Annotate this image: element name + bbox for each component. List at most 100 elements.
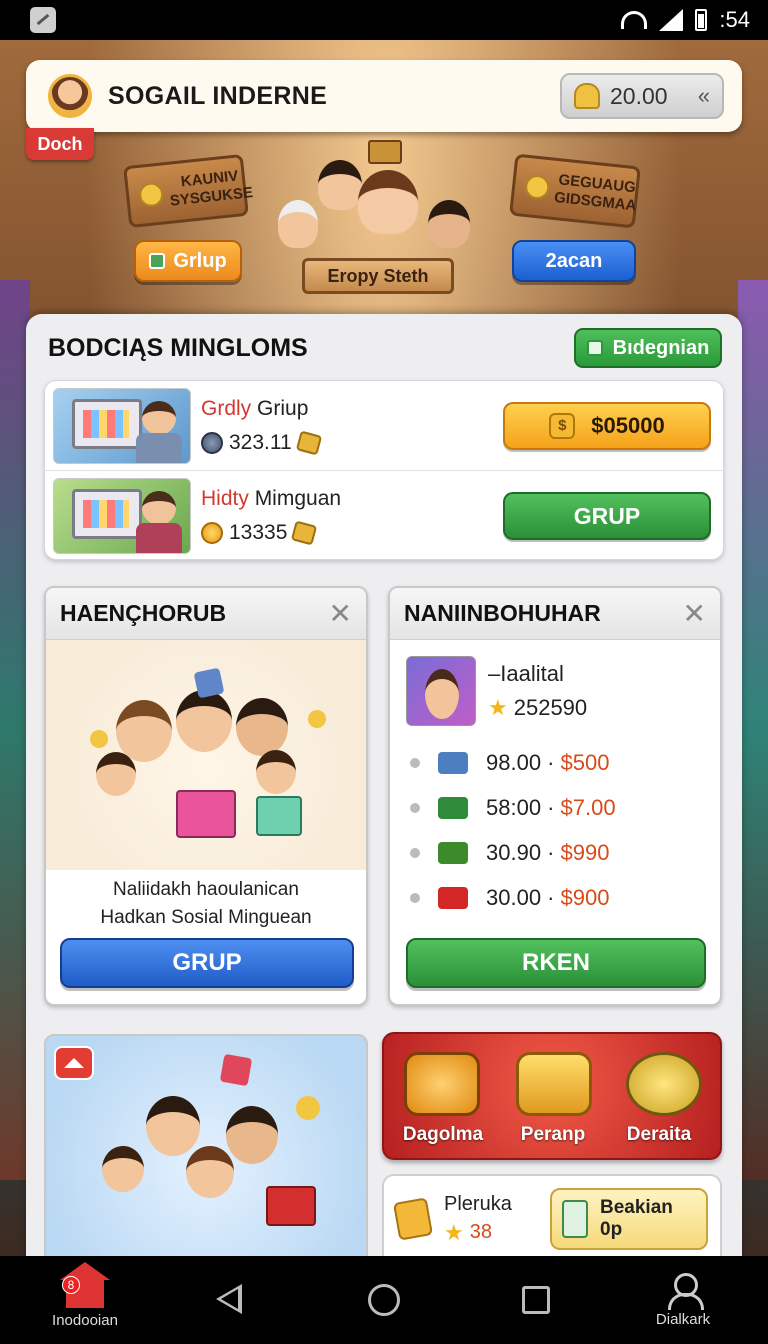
promo-button-line1: Beakian <box>600 1197 673 1218</box>
profile-picture[interactable] <box>406 656 476 726</box>
left-panel-caption-1: Naliidakh haoulanican <box>113 879 299 900</box>
right-panel-action-button[interactable]: RKEN <box>406 938 706 988</box>
group-value: 13335 <box>229 521 288 544</box>
hero-join-button-label: 2acan <box>545 249 603 272</box>
top-header: SOGAIL INDERNE 20.00 « <box>26 60 742 132</box>
list-item[interactable]: Hidty Mimguan 13335 GRUP <box>45 471 723 561</box>
bullet-icon <box>410 847 420 858</box>
price-value: 30.90 <box>486 839 542 865</box>
camera-icon <box>404 1052 480 1116</box>
notification-icon <box>30 7 56 33</box>
price-alt: $500 <box>560 749 610 775</box>
hero-group-button-label: Grlup <box>173 249 227 272</box>
hero-banner: Eropy Steth <box>302 258 454 294</box>
community-tile[interactable] <box>44 1034 368 1258</box>
price-row[interactable]: 98.00 · $500 <box>390 740 720 785</box>
bell-icon <box>574 83 600 109</box>
banner-item-3: Deraita <box>626 1124 692 1145</box>
recent-apps-icon[interactable] <box>522 1286 550 1314</box>
price-row[interactable]: 30.90 · $990 <box>390 830 720 875</box>
nav-profile-label: Dialkark <box>655 1310 711 1328</box>
price-alt: $990 <box>560 839 610 865</box>
token-icon <box>201 431 223 454</box>
coin-amount: 20.00 <box>610 82 668 109</box>
navigation-bar: Inodooian 8 Dialkark <box>0 1256 768 1344</box>
group-icon <box>149 253 166 269</box>
price-row[interactable]: 30.00 · $900 <box>390 875 720 920</box>
promo-button[interactable]: Beakian 0p <box>550 1188 708 1250</box>
price-value: 30.00 <box>486 884 542 910</box>
group-thumbnail <box>53 478 191 554</box>
price-separator: · <box>541 839 555 865</box>
right-panel-title: NANIINBOHUHAR <box>404 600 601 626</box>
section-title: BODCIĄS MINGLOMS <box>48 334 308 362</box>
puzzle-icon <box>291 520 318 546</box>
red-tag[interactable]: Doch <box>26 128 94 160</box>
banner-item-2: Peranp <box>520 1124 586 1145</box>
bullet-icon <box>410 802 420 813</box>
group-name: Hidty Mimguan <box>201 487 342 510</box>
price-separator: · <box>541 749 555 775</box>
profile-name: –Iaalital <box>488 661 564 686</box>
list-item[interactable]: Grdly Griup 323.11 $ $05000 <box>45 381 723 471</box>
left-panel: HAENÇHORUB ✕ Naliidakh haoulanican Hadka… <box>44 586 368 1006</box>
gift-icon <box>438 796 468 819</box>
dollar-icon: $ <box>549 412 576 439</box>
section-action-label: Bıdegnian <box>612 336 710 359</box>
hero-sign-left-text: KAUNIV SYSGUKSE <box>169 167 254 210</box>
price-separator: · <box>541 794 555 820</box>
gift-icon <box>438 751 468 774</box>
star-icon: ★ <box>488 695 508 720</box>
coin-balance[interactable]: 20.00 « <box>560 73 724 119</box>
pin-icon <box>586 340 603 356</box>
profile-score: 252590 <box>513 695 588 720</box>
promo-label: Pleruka <box>444 1192 512 1215</box>
gift-icon <box>438 886 468 909</box>
left-panel-title: HAENÇHORUB <box>60 600 227 626</box>
close-icon[interactable]: ✕ <box>683 597 706 630</box>
gift-icon <box>438 841 468 864</box>
battery-icon <box>695 9 708 31</box>
calculator-icon <box>562 1200 588 1238</box>
price-value: 58:00 <box>486 794 542 820</box>
status-bar: :54 <box>0 0 768 40</box>
app-title: SOGAIL INDERNE <box>108 81 328 110</box>
nav-profile[interactable]: Dialkark <box>628 1256 738 1344</box>
nav-home[interactable]: Inodooian <box>30 1256 140 1344</box>
collapse-icon[interactable]: « <box>698 83 710 109</box>
target-icon <box>626 1052 702 1116</box>
home-button-icon[interactable] <box>368 1284 400 1316</box>
avatar[interactable] <box>48 74 92 118</box>
hero-join-button[interactable]: 2acan <box>512 240 636 282</box>
price-alt: $900 <box>560 884 610 910</box>
promo-button-line2: 0p <box>600 1219 623 1240</box>
coin-icon <box>392 1197 434 1241</box>
notification-badge: 8 <box>62 1276 80 1294</box>
back-icon[interactable] <box>216 1284 242 1314</box>
home-icon[interactable] <box>54 1046 94 1080</box>
group-list: Grdly Griup 323.11 $ $05000 Hidty Mimgua… <box>44 380 724 560</box>
promo-value: 38 <box>469 1221 492 1243</box>
section-action-button[interactable]: Bıdegnian <box>574 328 722 368</box>
family-illustration <box>46 640 366 870</box>
coin-icon <box>201 522 223 544</box>
rewards-banner[interactable]: Dagolma Peranp Deraita <box>382 1032 722 1160</box>
right-panel: NANIINBOHUHAR ✕ –Iaalital ★ 252590 98.00… <box>388 586 722 1006</box>
left-panel-group-button[interactable]: GRUP <box>60 938 354 988</box>
star-icon: ★ <box>444 1219 464 1245</box>
price-list: 98.00 · $500 58:00 · $7.00 30.90 · $990 30.00 … <box>390 740 720 920</box>
price-separator: · <box>541 884 555 910</box>
join-group-button[interactable]: GRUP <box>503 492 711 540</box>
clock: :54 <box>719 7 750 32</box>
left-panel-caption-2: Hadkan Sosial Minguean <box>100 907 312 928</box>
close-icon[interactable]: ✕ <box>329 597 352 630</box>
gift-icon <box>516 1052 592 1116</box>
hero-group-button[interactable]: Grlup <box>134 240 242 282</box>
bullet-icon <box>410 757 420 768</box>
buy-button[interactable]: $ $05000 <box>503 401 711 450</box>
price-value: 98.00 <box>486 749 542 775</box>
group-name: Grdly Griup <box>201 396 309 420</box>
hero-sign-right: GEGUAUG GIDSGMAA <box>509 153 641 229</box>
signal-icon <box>659 9 684 31</box>
price-row[interactable]: 58:00 · $7.00 <box>390 785 720 830</box>
